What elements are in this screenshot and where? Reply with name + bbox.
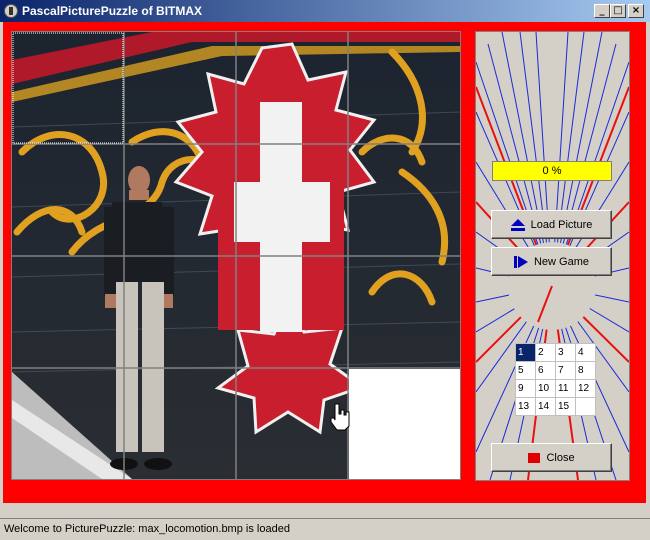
empty-tile[interactable]: [349, 369, 460, 479]
grid-cell: [575, 397, 596, 416]
grid-cell: 9: [515, 379, 536, 398]
grid-cell: 11: [555, 379, 576, 398]
grid-cell: 2: [535, 343, 556, 362]
grid-cell: 3: [555, 343, 576, 362]
app-icon[interactable]: [4, 4, 18, 18]
progress-bar: 0 %: [492, 161, 612, 181]
grid-cell: 1: [515, 343, 536, 362]
swiss-cross-horizontal: [234, 182, 330, 242]
minimize-button[interactable]: _: [594, 4, 610, 18]
load-picture-button[interactable]: Load Picture: [491, 210, 612, 239]
grid-cell: 4: [575, 343, 596, 362]
grid-cell: 13: [515, 397, 536, 416]
window-title: PascalPicturePuzzle of BITMAX: [22, 4, 203, 18]
grid-cell: 6: [535, 361, 556, 380]
new-game-label: New Game: [533, 255, 590, 268]
close-icon: ×: [631, 5, 641, 16]
control-panel: 0 % Load Picture New Game 1 2 3 4 5 6 7 …: [475, 31, 630, 481]
red-square-icon: [528, 452, 541, 463]
play-next-icon: [513, 255, 528, 268]
close-label: Close: [546, 451, 575, 464]
close-window-button[interactable]: ×: [628, 4, 644, 18]
status-bar: Welcome to PicturePuzzle: max_locomotion…: [0, 518, 650, 540]
grid-row: 1 2 3 4: [515, 343, 596, 362]
close-button[interactable]: Close: [491, 443, 612, 472]
status-text: Welcome to PicturePuzzle: max_locomotion…: [4, 523, 290, 535]
tile-order-grid: 1 2 3 4 5 6 7 8 9 10 11 12 13 14 15: [515, 343, 596, 416]
title-bar[interactable]: PascalPicturePuzzle of BITMAX _ □ ×: [0, 0, 650, 22]
grid-cell: 5: [515, 361, 536, 380]
grid-row: 9 10 11 12: [515, 379, 596, 398]
grid-cell: 12: [575, 379, 596, 398]
grid-row: 13 14 15: [515, 397, 596, 416]
grid-cell: 15: [555, 397, 576, 416]
load-picture-label: Load Picture: [530, 218, 593, 231]
grid-cell: 8: [575, 361, 596, 380]
grid-cell: 7: [555, 361, 576, 380]
maximize-icon: □: [613, 5, 623, 16]
new-game-button[interactable]: New Game: [491, 247, 612, 276]
minimize-icon: _: [599, 5, 605, 16]
grid-row: 5 6 7 8: [515, 361, 596, 380]
puzzle-picture: [12, 32, 460, 479]
puzzle-board[interactable]: [11, 31, 461, 480]
maximize-button[interactable]: □: [610, 4, 626, 18]
grid-cell: 14: [535, 397, 556, 416]
grid-cell: 10: [535, 379, 556, 398]
eject-icon: [510, 218, 525, 231]
